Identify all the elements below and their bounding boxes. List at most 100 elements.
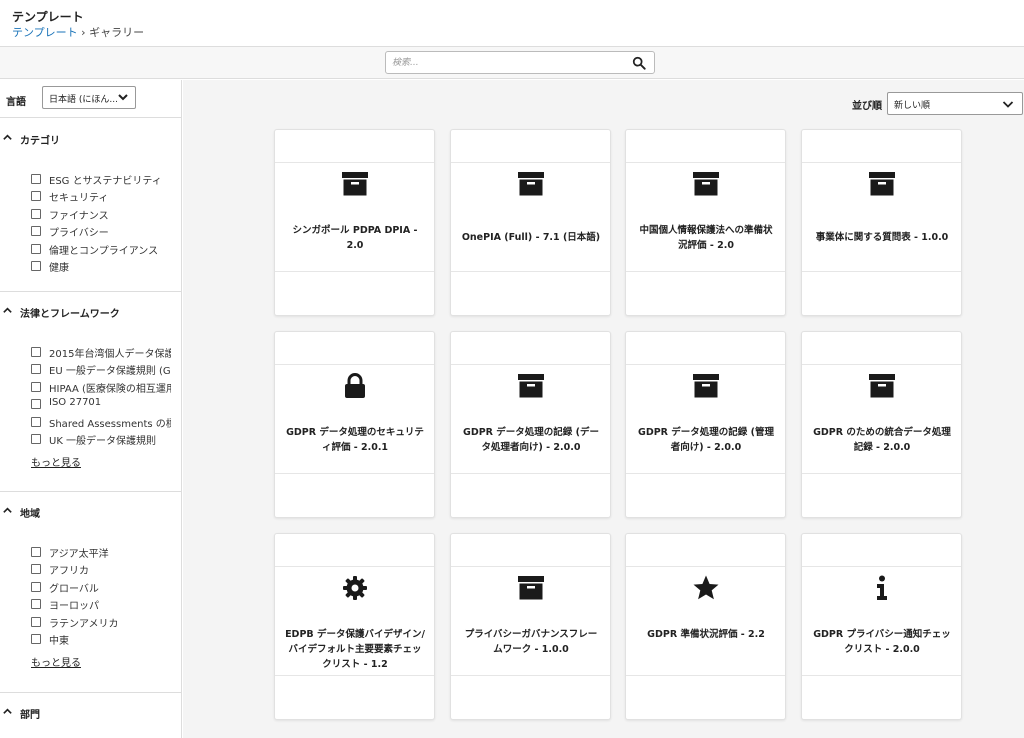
checkbox[interactable] — [31, 347, 41, 357]
template-card[interactable]: GDPR 準備状況評価 - 2.2 — [625, 533, 786, 720]
filter-option[interactable]: セキュリティ — [31, 189, 171, 203]
sort-value: 新しい順 — [894, 101, 931, 111]
card-title: GDPR データ処理のセキュリティ評価 - 2.0.1 — [286, 427, 424, 453]
card-title: プライバシーガバナンスフレームワーク - 1.0.0 — [464, 629, 598, 655]
filter-option[interactable]: 倫理とコンプライアンス — [31, 242, 171, 256]
filter-option[interactable]: 中東 — [31, 632, 171, 646]
card-title: GDPR プライバシー通知チェックリスト - 2.0.0 — [813, 629, 951, 655]
show-more-link[interactable]: もっと見る — [31, 454, 81, 469]
filter-option[interactable]: 健康 — [31, 259, 171, 273]
card-header — [626, 534, 785, 567]
filter-option[interactable]: Shared Assessments の標準 — [31, 415, 171, 429]
language-label: 言語 — [6, 97, 26, 108]
template-card[interactable]: 事業体に関する質問表 - 1.0.0 — [801, 129, 962, 316]
checkbox[interactable] — [31, 582, 41, 592]
card-title: OnePIA (Full) - 7.1 (日本語) — [461, 232, 601, 243]
card-title: GDPR のための統合データ処理記録 - 2.0.0 — [813, 427, 951, 453]
card-footer — [275, 675, 434, 719]
filter-option[interactable]: アフリカ — [31, 562, 171, 576]
checkbox[interactable] — [31, 261, 41, 271]
filter-option[interactable]: ESG とサステナビリティ — [31, 172, 171, 186]
option-label: EU 一般データ保護規則 (GD — [49, 366, 171, 376]
checkbox[interactable] — [31, 634, 41, 644]
breadcrumb-link-templates[interactable]: テンプレート — [12, 26, 78, 39]
option-label: HIPAA (医療保険の相互運用 — [49, 384, 171, 394]
checkbox[interactable] — [31, 547, 41, 557]
checkbox[interactable] — [31, 174, 41, 184]
show-more-link[interactable]: もっと見る — [31, 654, 81, 669]
template-gallery: 並び順 新しい順 シンガポール PDPA DPIA - 2.0 OnePIA (… — [183, 80, 1024, 738]
archive-icon — [693, 172, 719, 196]
language-row: 言語 日本語 (にほん... — [0, 80, 181, 118]
checkbox[interactable] — [31, 244, 41, 254]
template-card[interactable]: プライバシーガバナンスフレームワーク - 1.0.0 — [450, 533, 611, 720]
option-label: アジア太平洋 — [49, 549, 109, 559]
archive-icon — [518, 172, 544, 196]
option-label: ファイナンス — [49, 211, 109, 221]
checkbox[interactable] — [31, 434, 41, 444]
template-card[interactable]: OnePIA (Full) - 7.1 (日本語) — [450, 129, 611, 316]
filter-option[interactable]: ヨーロッパ — [31, 597, 171, 611]
search-icon[interactable] — [632, 56, 646, 70]
filter-option[interactable]: ファイナンス — [31, 207, 171, 221]
card-header — [802, 534, 961, 567]
card-title: GDPR データ処理の記録 (データ処理者向け) - 2.0.0 — [463, 427, 599, 453]
language-select[interactable]: 日本語 (にほん... — [42, 86, 136, 109]
checkbox[interactable] — [31, 191, 41, 201]
checkbox[interactable] — [31, 417, 41, 427]
filter-option[interactable]: UK 一般データ保護規則 — [31, 432, 171, 446]
breadcrumb-current: ギャラリー — [89, 26, 145, 39]
section-toggle-category[interactable]: カテゴリ — [0, 119, 181, 157]
checkbox[interactable] — [31, 209, 41, 219]
template-card[interactable]: GDPR のための統合データ処理記録 - 2.0.0 — [801, 331, 962, 518]
card-header — [802, 130, 961, 163]
chevron-up-icon — [3, 134, 12, 140]
checkbox[interactable] — [31, 564, 41, 574]
option-label: Shared Assessments の標準 — [49, 419, 171, 429]
section-title: 法律とフレームワーク — [20, 309, 120, 320]
sort-select[interactable]: 新しい順 — [887, 92, 1023, 115]
language-value: 日本語 (にほん... — [49, 95, 118, 105]
search-bar-row — [0, 47, 1024, 79]
template-card[interactable]: シンガポール PDPA DPIA - 2.0 — [274, 129, 435, 316]
card-header — [626, 332, 785, 365]
card-title: 事業体に関する質問表 - 1.0.0 — [815, 232, 949, 243]
filter-option[interactable]: 2015年台湾個人データ保護 — [31, 345, 171, 359]
template-card[interactable]: EDPB データ保護バイデザイン/バイデフォルト主要要素チェックリスト - 1.… — [274, 533, 435, 720]
section-toggle-department[interactable]: 部門 — [0, 693, 181, 731]
search-input[interactable] — [392, 54, 622, 71]
filter-option[interactable]: グローバル — [31, 580, 171, 594]
filter-option[interactable]: ラテンアメリカ — [31, 615, 171, 629]
chevron-down-icon — [1002, 101, 1014, 108]
section-toggle-region[interactable]: 地域 — [0, 492, 181, 530]
star-icon — [693, 575, 719, 600]
template-card[interactable]: 中国個人情報保護法への準備状況評価 - 2.0 — [625, 129, 786, 316]
option-label: グローバル — [49, 584, 99, 594]
option-label: ヨーロッパ — [49, 601, 99, 611]
archive-icon — [518, 374, 544, 398]
template-card[interactable]: GDPR データ処理の記録 (データ処理者向け) - 2.0.0 — [450, 331, 611, 518]
checkbox[interactable] — [31, 399, 41, 409]
section-toggle-laws[interactable]: 法律とフレームワーク — [0, 292, 181, 330]
option-label: 中東 — [49, 636, 69, 646]
template-card[interactable]: GDPR データ処理のセキュリティ評価 - 2.0.1 — [274, 331, 435, 518]
chevron-up-icon — [3, 708, 12, 714]
filter-option[interactable]: ISO 27701 — [31, 397, 171, 411]
checkbox[interactable] — [31, 599, 41, 609]
filter-option[interactable]: アジア太平洋 — [31, 545, 171, 559]
filter-option[interactable]: HIPAA (医療保険の相互運用 — [31, 380, 171, 394]
template-card[interactable]: GDPR データ処理の記録 (管理者向け) - 2.0.0 — [625, 331, 786, 518]
checkbox[interactable] — [31, 226, 41, 236]
option-label: 倫理とコンプライアンス — [49, 246, 159, 256]
search-box — [385, 51, 655, 74]
checkbox[interactable] — [31, 382, 41, 392]
filter-option[interactable]: プライバシー — [31, 224, 171, 238]
checkbox[interactable] — [31, 617, 41, 627]
card-header — [275, 332, 434, 365]
template-card[interactable]: GDPR プライバシー通知チェックリスト - 2.0.0 — [801, 533, 962, 720]
filter-option[interactable]: EU 一般データ保護規則 (GD — [31, 362, 171, 376]
archive-icon — [342, 172, 368, 196]
filter-sidebar: 言語 日本語 (にほん... カテゴリ ESG とサステナビリティ セキュリティ… — [0, 80, 182, 738]
page-title: テンプレート — [12, 10, 84, 24]
checkbox[interactable] — [31, 364, 41, 374]
